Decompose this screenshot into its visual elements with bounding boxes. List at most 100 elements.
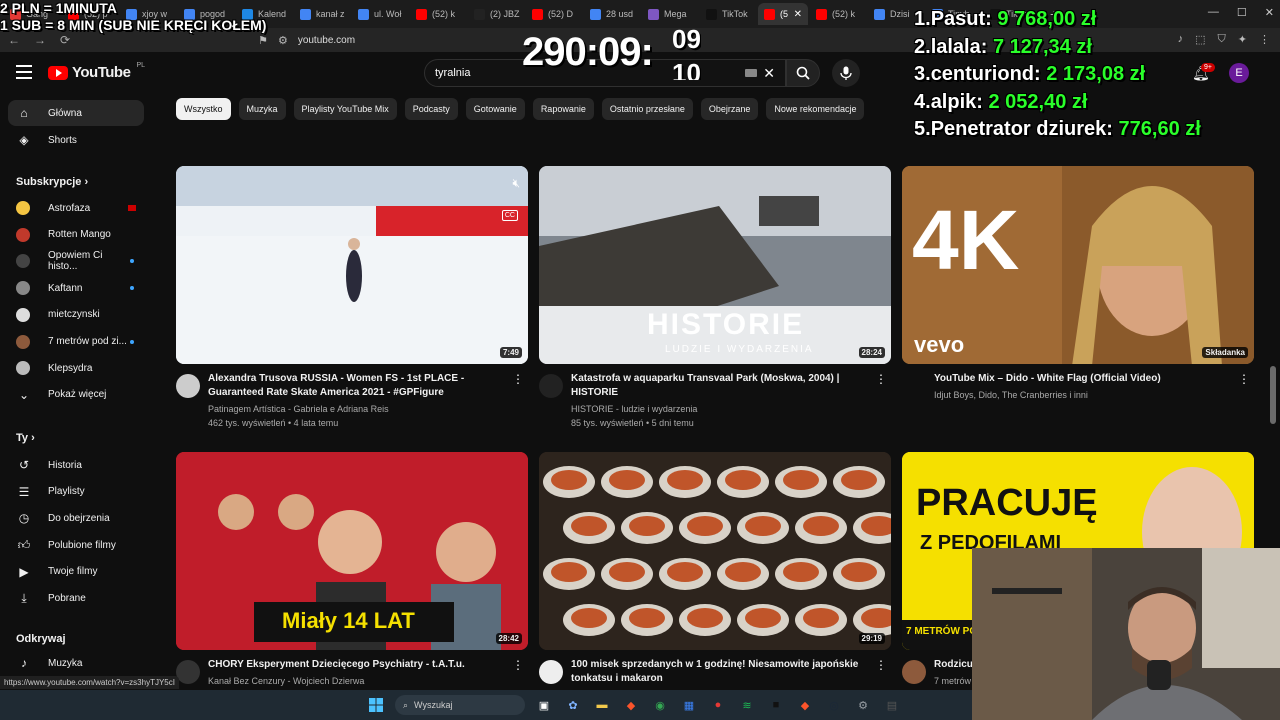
sidebar-item-you[interactable]: ◷ Do obejrzenia [8,505,144,531]
sidebar-subscription[interactable]: 7 metrów pod zi... [8,329,144,355]
hamburger-menu-icon[interactable] [16,65,32,79]
close-icon[interactable]: ✕ [1265,6,1274,19]
task-view-icon[interactable]: ▣ [534,695,554,715]
reload-icon[interactable]: ⟳ [60,33,70,47]
captions-icon[interactable]: CC [501,210,518,221]
browser-tab[interactable]: 28 usd [584,3,640,25]
video-thumbnail[interactable]: Miały 14 LAT 28:42 [176,452,528,650]
video-thumbnail[interactable]: 🔇︎ CC 7:49 [176,166,528,364]
sidebar-subscription[interactable]: Klepsydra [8,355,144,381]
browser-tab[interactable]: (52) k [410,3,466,25]
filter-chip[interactable]: Wszystko [176,98,231,120]
more-options-icon[interactable]: ⋮ [1238,372,1250,386]
copilot-icon[interactable]: ✿ [563,695,583,715]
video-thumbnail[interactable]: 29:19 [539,452,891,650]
channel-avatar[interactable] [176,660,200,684]
more-options-icon[interactable]: ⋮ [875,372,887,386]
bookmark-icon[interactable]: ⚑ [258,34,268,47]
keyboard-icon[interactable] [745,69,758,77]
video-title[interactable]: Katastrofa w aquaparku Transvaal Park (M… [571,372,871,400]
video-card[interactable]: HISTORIE LUDZIE I WYDARZENIA 28:24 Katastro… [539,166,891,446]
channel-avatar[interactable] [539,374,563,398]
brave-icon[interactable]: ◆ [621,695,641,715]
more-options-icon[interactable]: ⋮ [512,658,524,672]
video-card[interactable]: 4K vevo Składanka YouTube Mix – Dido - Whit… [902,166,1254,446]
sidebar-item-you[interactable]: ▶ Twoje filmy [8,559,144,585]
browser-tab[interactable]: (2) JBZ [468,3,524,25]
youtube-logo[interactable]: YouTube PL [48,62,145,81]
url-field[interactable]: ⚑ ⚙ youtube.com [258,34,355,47]
sidebar-item-you[interactable]: ☰ Playlisty [8,479,144,505]
video-channel[interactable]: HISTORIE - ludzie i wydarzenia [571,402,871,416]
tab-close-icon[interactable]: ✕ [794,9,802,20]
browser-tab[interactable]: ul. Woł [352,3,408,25]
video-channel[interactable]: Patinagem Artística - Gabriela e Adriana… [208,402,508,416]
video-thumbnail[interactable]: HISTORIE LUDZIE I WYDARZENIA 28:24 [539,166,891,364]
channel-avatar[interactable] [539,660,563,684]
video-channel[interactable]: Kanał Bez Cenzury - Wojciech Dzierwa [208,674,508,688]
sidebar-subscription[interactable]: mietczynski [8,302,144,328]
more-options-icon[interactable]: ⋮ [875,658,887,672]
sidebar-item-you[interactable]: ⤓ Pobrane [8,586,144,612]
site-info-icon[interactable]: ⚙ [278,34,288,47]
filter-chip[interactable]: Muzyka [238,98,286,120]
sidebar-item-explore[interactable]: ♪ Muzyka [8,650,144,676]
chrome-icon[interactable]: ◉ [650,695,670,715]
voice-search-button[interactable] [832,59,860,87]
explorer-icon[interactable]: ▬ [592,695,612,715]
settings-icon[interactable]: ⚙ [853,695,873,715]
sidebar-item-you[interactable]: 👍︎ Polubione filmy [8,532,144,558]
menu-icon[interactable]: ⋮ [1259,33,1270,46]
sidebar-subscription[interactable]: Opowiem Ci histo... [8,248,144,274]
browser-tab[interactable]: (52) k [810,3,866,25]
video-title[interactable]: 100 misek sprzedanych w 1 godzinę! Niesa… [571,658,871,686]
app-icon[interactable]: ● [708,695,728,715]
you-heading[interactable]: Ty › [16,432,35,444]
search-button[interactable] [786,59,820,87]
spotify-icon[interactable]: ≋ [737,695,757,715]
app2-icon[interactable]: ■ [766,695,786,715]
sidebar-subscription[interactable]: Rotten Mango [8,222,144,248]
browser-tab[interactable]: TikTok [700,3,756,25]
forward-icon[interactable]: → [34,33,46,47]
video-thumbnail[interactable]: 4K vevo Składanka [902,166,1254,364]
video-card[interactable]: Miały 14 LAT 28:42 CHORY Eksperyment Dziec… [176,452,528,720]
video-card[interactable]: 🔇︎ CC 7:49 Alexandra Trusova RUSSIA - Women… [176,166,528,446]
filter-chip[interactable]: Podcasty [404,98,458,120]
clear-search-icon[interactable]: ✕ [763,65,775,82]
mute-icon[interactable]: 🔇︎ [512,176,520,191]
steam-icon[interactable]: ◎ [824,695,844,715]
back-icon[interactable]: ← [8,33,20,47]
page-scrollbar[interactable] [1270,366,1276,424]
video-title[interactable]: Alexandra Trusova RUSSIA - Women FS - 1s… [208,372,508,400]
sidebar-item-you[interactable]: ↺ Historia [8,452,144,478]
sidebar-item-shorts[interactable]: ◈ Shorts [8,127,144,153]
filter-chip[interactable]: Playlisty YouTube Mix [293,98,397,120]
windows-start-icon[interactable] [366,695,386,715]
filter-chip[interactable]: Rapowanie [532,98,594,120]
browser-tab[interactable]: (52) D [526,3,582,25]
channel-avatar[interactable] [176,374,200,398]
browser-tab[interactable]: kanał z [294,3,350,25]
show-more-button[interactable]: ⌄ Pokaż więcej [8,382,144,408]
subscriptions-heading[interactable]: Subskrypcje › [16,176,88,188]
calculator-icon[interactable]: ▤ [882,695,902,715]
sidebar-item-główna[interactable]: ⌂ Główna [8,100,144,126]
browser-tab[interactable]: (5 ✕ [758,3,808,25]
more-options-icon[interactable]: ⋮ [512,372,524,386]
video-title[interactable]: YouTube Mix – Dido - White Flag (Officia… [934,372,1234,386]
timer-roll-top: 09 [672,24,701,54]
channel-avatar[interactable] [902,660,926,684]
sidebar-subscription[interactable]: Astrofaza [8,195,144,221]
sidebar-subscription[interactable]: Kaftann [8,275,144,301]
video-card[interactable]: 29:19 100 misek sprzedanych w 1 godzinę! … [539,452,891,720]
brave2-icon[interactable]: ◆ [795,695,815,715]
filter-chip[interactable]: Obejrzane [700,98,759,120]
video-title[interactable]: CHORY Eksperyment Dziecięcego Psychiatry… [208,658,508,672]
filter-chip[interactable]: Nowe rekomendacje [766,98,865,120]
filter-chip[interactable]: Ostatnio przesłane [601,98,693,120]
taskbar-search[interactable]: ⌕ Wyszukaj [395,695,525,715]
video-channel[interactable]: Idjut Boys, Dido, The Cranberries i inni [934,388,1234,402]
store-icon[interactable]: ▦ [679,695,699,715]
filter-chip[interactable]: Gotowanie [465,98,525,120]
